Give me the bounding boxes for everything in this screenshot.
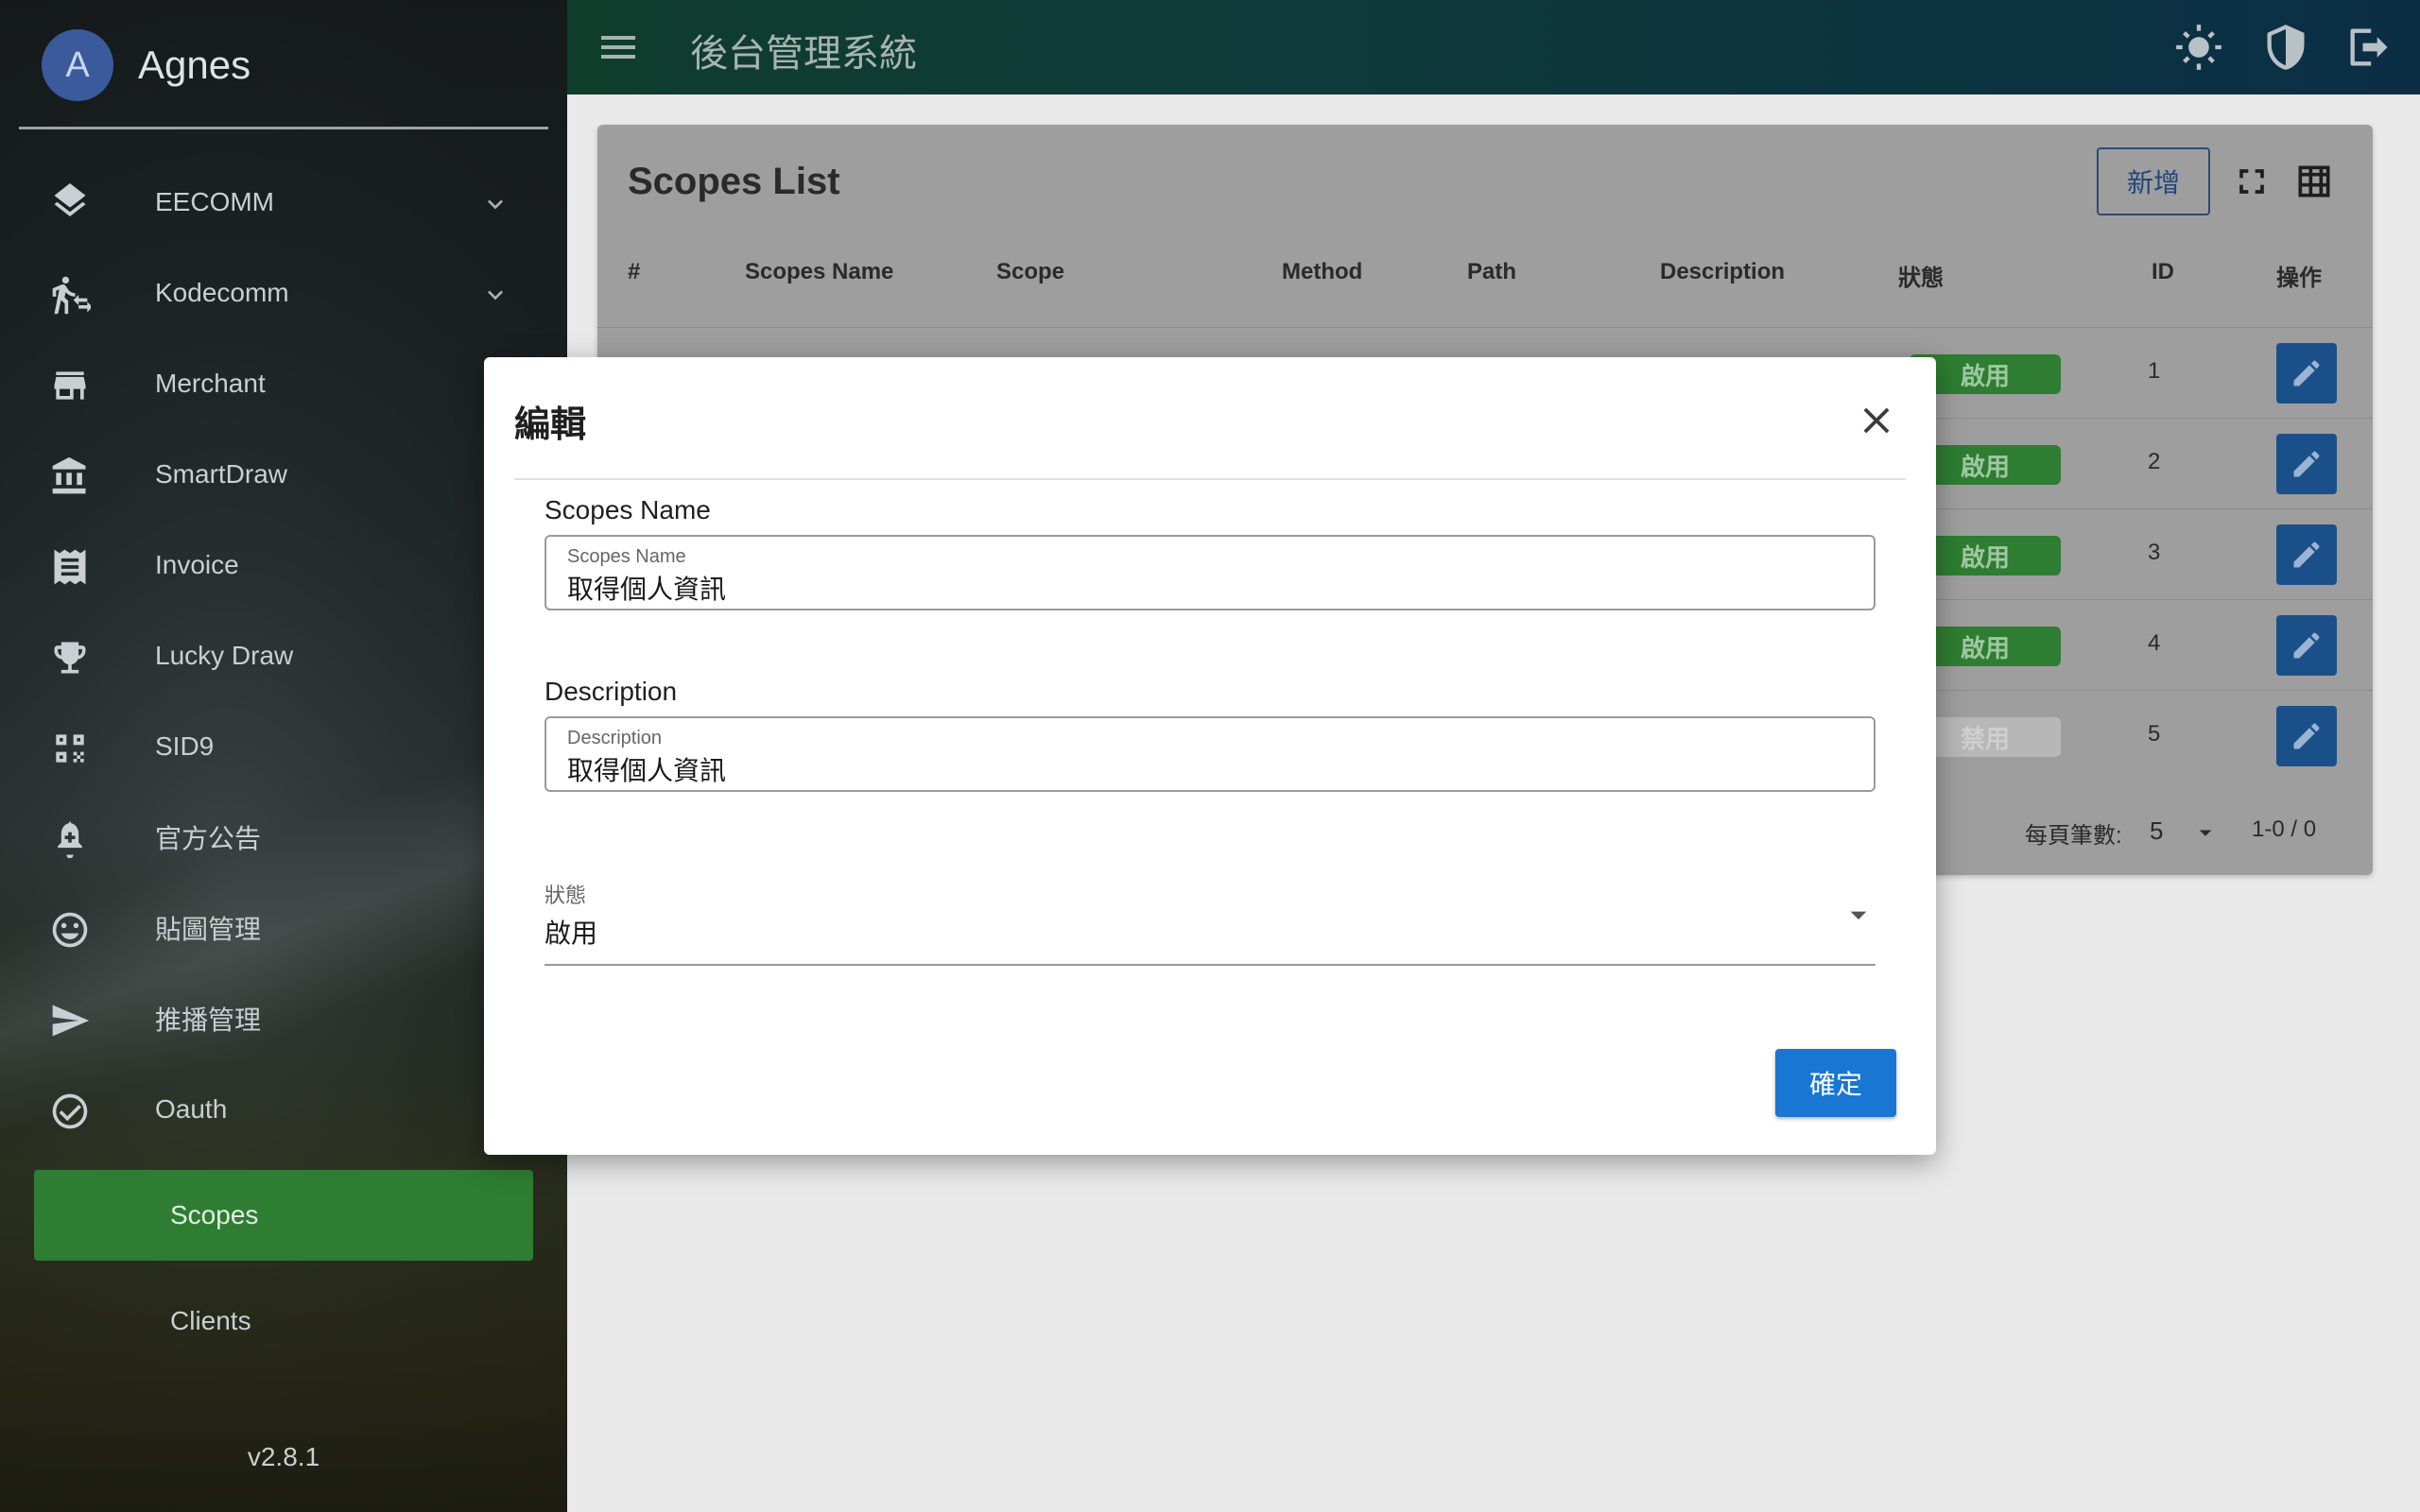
scopes-name-field[interactable]: Scopes Name 取得個人資訊	[544, 535, 1876, 610]
confirm-button[interactable]: 確定	[1775, 1049, 1896, 1117]
edit-dialog: 編輯 Scopes Name Scopes Name 取得個人資訊 Descri…	[484, 357, 1936, 1155]
field-value: 取得個人資訊	[567, 575, 727, 604]
description-title: Description	[544, 677, 678, 706]
select-underline	[544, 964, 1876, 966]
dialog-title: 編輯	[514, 405, 587, 445]
description-field[interactable]: Description 取得個人資訊	[544, 716, 1876, 792]
scopes-name-title: Scopes Name	[544, 495, 711, 524]
dropdown-arrow-icon[interactable]	[1840, 896, 1877, 934]
status-select-label: 狀態	[544, 884, 587, 907]
field-label: Scopes Name	[567, 546, 686, 567]
dialog-divider	[514, 478, 1906, 480]
status-select[interactable]: 啟用	[544, 913, 597, 951]
field-label: Description	[567, 728, 663, 748]
close-icon[interactable]	[1855, 399, 1898, 442]
field-value: 取得個人資訊	[567, 756, 727, 785]
